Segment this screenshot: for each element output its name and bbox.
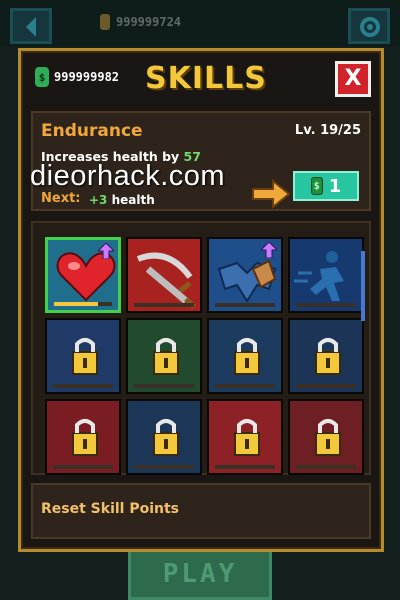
cash-icon: $ bbox=[310, 177, 323, 195]
back-button[interactable] bbox=[10, 8, 52, 44]
runner-icon bbox=[294, 251, 344, 301]
upgrade-arrow-icon bbox=[261, 242, 277, 258]
skill-name: Endurance bbox=[41, 121, 143, 141]
skill-progress-bar bbox=[134, 465, 194, 469]
skill-progress-bar bbox=[53, 384, 113, 388]
money-value: 999999982 bbox=[54, 70, 120, 84]
settings-button[interactable] bbox=[348, 8, 390, 44]
skill-progress-bar bbox=[215, 384, 275, 388]
skill-grid bbox=[45, 237, 364, 475]
lock-icon bbox=[315, 419, 341, 456]
skill-tile-locked-7[interactable] bbox=[207, 318, 283, 394]
close-icon: X bbox=[344, 66, 362, 91]
skill-tile-locked-12[interactable] bbox=[288, 399, 364, 475]
lock-icon bbox=[315, 338, 341, 375]
upgrade-cost: 1 bbox=[328, 175, 342, 197]
next-bonus-suffix: health bbox=[111, 193, 155, 207]
coin-counter: 999999724 bbox=[100, 14, 181, 30]
lock-icon bbox=[234, 338, 260, 375]
skill-progress-bar bbox=[215, 303, 275, 307]
arrow-right-icon bbox=[252, 178, 291, 210]
next-bonus: +3 health bbox=[89, 193, 155, 207]
upgrade-arrow-icon bbox=[98, 243, 114, 259]
gear-icon bbox=[360, 17, 380, 37]
skill-tile-locked-10[interactable] bbox=[126, 399, 202, 475]
skill-progress-bar bbox=[53, 465, 113, 469]
scrollbar[interactable] bbox=[361, 251, 365, 321]
skill-progress-bar bbox=[296, 465, 356, 469]
skill-tile-endurance[interactable] bbox=[45, 237, 121, 313]
skill-progress-bar bbox=[54, 302, 112, 306]
skill-progress-bar bbox=[296, 384, 356, 388]
coin-value: 999999724 bbox=[116, 15, 182, 29]
money-display: $ 999999982 bbox=[35, 67, 119, 87]
lock-icon bbox=[153, 419, 179, 456]
reset-skill-points-button[interactable]: Reset Skill Points bbox=[31, 483, 371, 539]
skill-level: Lv. 19/25 bbox=[294, 123, 361, 138]
skill-tile-locked-5[interactable] bbox=[45, 318, 121, 394]
skill-tile-locked-9[interactable] bbox=[45, 399, 121, 475]
money-icon: $ bbox=[35, 67, 49, 87]
close-button[interactable]: X bbox=[335, 61, 371, 97]
skill-tile-sword[interactable] bbox=[126, 237, 202, 313]
reset-label: Reset Skill Points bbox=[41, 501, 180, 517]
skill-progress-bar bbox=[296, 303, 356, 307]
next-bonus-value: +3 bbox=[89, 193, 108, 207]
panel-title: SKILLS bbox=[145, 61, 267, 96]
lock-icon bbox=[153, 338, 179, 375]
lock-icon bbox=[72, 338, 98, 375]
skill-tile-armor[interactable] bbox=[207, 237, 283, 313]
skill-tile-locked-11[interactable] bbox=[207, 399, 283, 475]
play-button[interactable]: PLAY bbox=[128, 548, 272, 600]
top-hud bbox=[0, 0, 400, 46]
skill-progress-fill bbox=[54, 302, 99, 306]
skill-progress-bar bbox=[134, 303, 194, 307]
next-label: Next: bbox=[41, 191, 81, 206]
skill-progress-bar bbox=[215, 465, 275, 469]
skills-panel: $ 999999982 SKILLS X Endurance Lv. 19/25… bbox=[18, 48, 384, 552]
skill-grid-container bbox=[31, 221, 371, 475]
skill-tile-locked-8[interactable] bbox=[288, 318, 364, 394]
watermark: dieorhack.com bbox=[30, 160, 226, 192]
coin-icon bbox=[100, 14, 110, 30]
skill-tile-speed[interactable] bbox=[288, 237, 364, 313]
lock-icon bbox=[72, 419, 98, 456]
sword-icon bbox=[136, 252, 196, 309]
skill-progress-bar bbox=[134, 384, 194, 388]
lock-icon bbox=[234, 419, 260, 456]
back-arrow-icon bbox=[26, 17, 36, 37]
skill-tile-locked-6[interactable] bbox=[126, 318, 202, 394]
upgrade-button[interactable]: $ 1 bbox=[293, 171, 359, 201]
